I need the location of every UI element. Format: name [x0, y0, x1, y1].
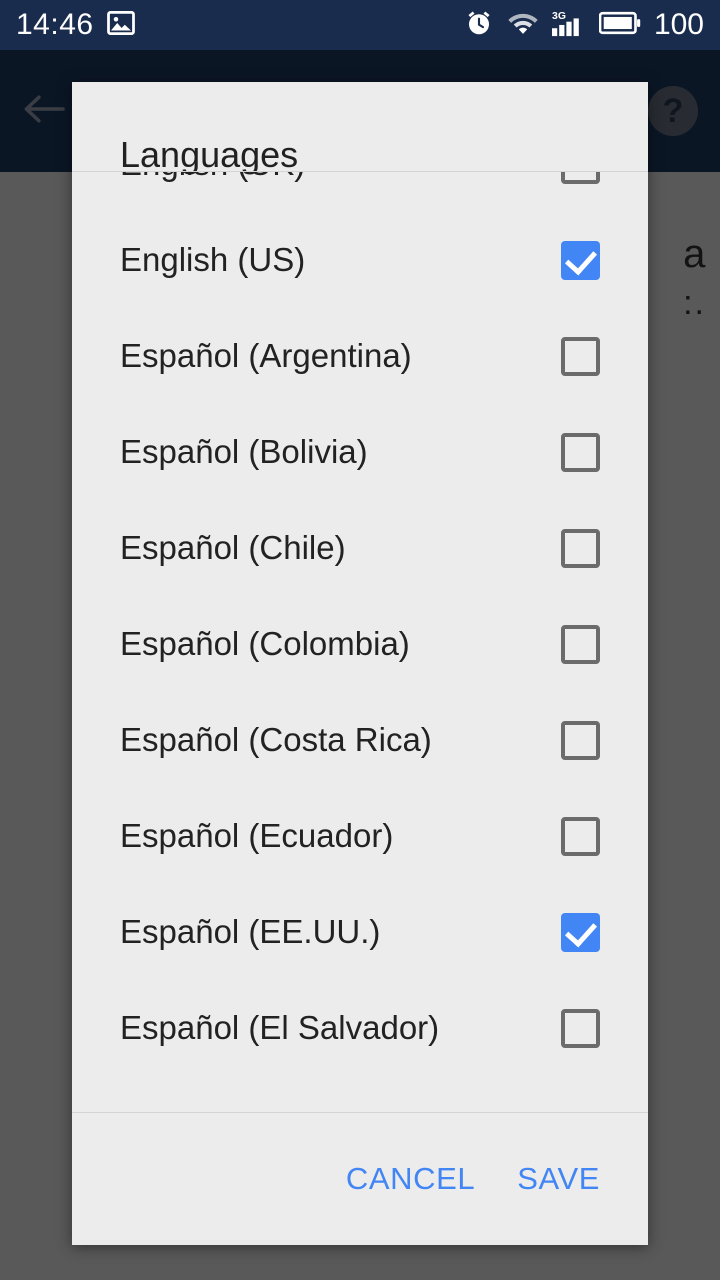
svg-text:3G: 3G: [552, 11, 566, 22]
phone-screen: 14:46 3G 100 Languages English (US) Espa…: [0, 0, 720, 1280]
checkbox-checked-icon[interactable]: [561, 240, 600, 280]
language-label: English (US): [120, 241, 306, 278]
battery-icon: [598, 10, 641, 41]
language-label: Español (Costa Rica): [120, 721, 432, 758]
checkbox-unchecked-icon[interactable]: [561, 624, 600, 664]
checkbox-unchecked-icon[interactable]: [561, 432, 600, 472]
language-row[interactable]: Español (Argentina): [72, 308, 648, 404]
save-button[interactable]: SAVE: [517, 1161, 600, 1197]
language-label: Español (Ecuador): [120, 817, 394, 854]
language-row[interactable]: Español (Colombia): [72, 596, 648, 692]
languages-dialog: Languages English (UK) English (US) Españo…: [72, 82, 648, 1245]
alarm-icon: [464, 8, 494, 43]
language-row[interactable]: Español (El Salvador): [72, 980, 648, 1076]
dialog-title-divider: [72, 171, 648, 172]
cancel-button[interactable]: CANCEL: [346, 1161, 475, 1197]
image-icon: [106, 8, 136, 43]
checkbox-unchecked-icon[interactable]: [561, 528, 600, 568]
language-row[interactable]: Español (Bolivia): [72, 404, 648, 500]
language-row[interactable]: Español (EE.UU.): [72, 884, 648, 980]
status-clock: 14:46: [16, 8, 94, 41]
checkbox-unchecked-icon[interactable]: [561, 172, 600, 184]
battery-level-label: 100: [653, 8, 704, 41]
language-list-inner: English (UK) English (US) Español (Argenti…: [72, 172, 648, 1076]
status-bar: 14:46 3G 100: [0, 0, 720, 50]
language-row[interactable]: Español (Ecuador): [72, 788, 648, 884]
language-label: Español (Chile): [120, 529, 346, 566]
status-bar-left: 14:46: [0, 8, 136, 43]
dialog-title: Languages: [72, 82, 648, 175]
checkbox-unchecked-icon[interactable]: [561, 816, 600, 856]
wifi-icon: [507, 8, 539, 43]
dialog-actions: CANCEL SAVE: [72, 1113, 648, 1245]
checkbox-checked-icon[interactable]: [561, 912, 600, 952]
checkbox-unchecked-icon[interactable]: [561, 720, 600, 760]
language-row[interactable]: Español (Chile): [72, 500, 648, 596]
signal-3g-icon: 3G: [551, 8, 586, 43]
checkbox-unchecked-icon[interactable]: [561, 1008, 600, 1048]
language-row[interactable]: Español (Costa Rica): [72, 692, 648, 788]
language-label: Español (El Salvador): [120, 1009, 440, 1046]
language-label: Español (EE.UU.): [120, 913, 381, 950]
language-label: Español (Colombia): [120, 625, 410, 662]
language-label: Español (Bolivia): [120, 433, 368, 470]
status-bar-right: 3G 100: [464, 8, 720, 43]
language-list[interactable]: English (UK) English (US) Español (Argenti…: [72, 172, 648, 1112]
language-row[interactable]: English (UK): [72, 172, 648, 212]
language-label: Español (Argentina): [120, 337, 412, 374]
checkbox-unchecked-icon[interactable]: [561, 336, 600, 376]
language-row[interactable]: English (US): [72, 212, 648, 308]
